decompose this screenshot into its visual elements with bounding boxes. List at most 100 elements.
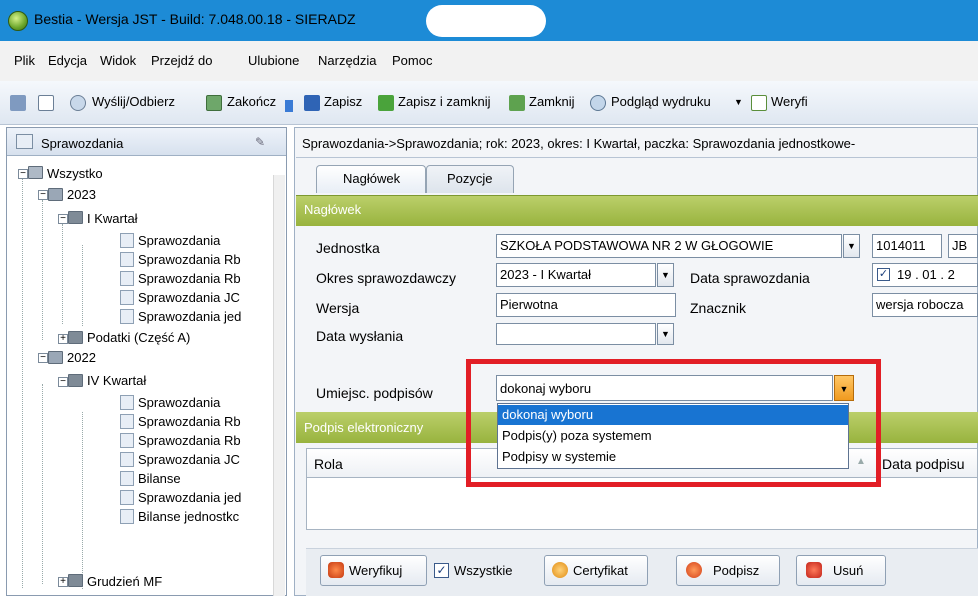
tree-item-taxes[interactable]: Podatki (Część A)	[87, 330, 190, 345]
layout-icon[interactable]	[10, 95, 26, 111]
save-close-button[interactable]: Zapisz i zamknij	[398, 94, 490, 109]
tree-item-report[interactable]: Bilanse	[138, 471, 181, 486]
menu-narzedzia[interactable]: Narzędzia	[318, 53, 377, 68]
chevron-down-icon[interactable]: ▼	[843, 234, 860, 258]
jednostka-code-field[interactable]: 1014011	[872, 234, 942, 258]
label-data-wyslania: Data wysłania	[316, 328, 404, 344]
year-icon	[48, 351, 63, 364]
label-znacznik: Znacznik	[690, 300, 747, 316]
jednostka-type-field[interactable]: JB	[948, 234, 978, 258]
print-preview-button[interactable]: Podgląd wydruku	[611, 94, 711, 109]
save-close-icon	[378, 95, 394, 111]
preview-dropdown-icon[interactable]: ▼	[734, 97, 743, 107]
document-icon	[120, 414, 134, 429]
save-icon	[304, 95, 320, 111]
title-redaction	[426, 5, 546, 37]
all-checkbox-label: Wszystkie	[454, 563, 513, 578]
close-icon	[509, 95, 525, 111]
tree-item-report[interactable]: Sprawozdania Rb	[138, 271, 266, 286]
tree-guide	[22, 176, 23, 588]
tree-collapse-icon[interactable]: −	[58, 214, 68, 224]
tree-expand-icon[interactable]: +	[58, 334, 68, 344]
close-button[interactable]: Zamknij	[529, 94, 575, 109]
chevron-down-icon[interactable]: ▼	[657, 263, 674, 287]
tree-item-report[interactable]: Sprawozdania jed	[138, 490, 266, 505]
jednostka-select[interactable]: SZKOŁA PODSTAWOWA NR 2 W GŁOGOWIE	[496, 234, 842, 258]
tree-expand-icon[interactable]: +	[58, 577, 68, 587]
tree-collapse-icon[interactable]: −	[18, 169, 28, 179]
verify-toolbar-button[interactable]: Weryfi	[771, 94, 808, 109]
all-checkbox[interactable]: ✓	[434, 563, 449, 578]
column-rola[interactable]: Rola	[314, 456, 343, 472]
all-folder-icon	[28, 166, 43, 179]
tree-guide	[82, 412, 83, 589]
document-icon	[120, 452, 134, 467]
tree-item-report[interactable]: Sprawozdania Rb	[138, 252, 266, 267]
month-icon	[68, 574, 83, 587]
document-icon	[120, 309, 134, 324]
sign-icon	[686, 562, 702, 578]
tree-collapse-icon[interactable]: −	[38, 353, 48, 363]
delete-icon	[806, 562, 822, 578]
tree-item-report[interactable]: Sprawozdania	[138, 233, 220, 248]
document-icon	[120, 233, 134, 248]
tree-item-report[interactable]: Sprawozdania Rb	[138, 433, 266, 448]
toolbar-overflow-icon[interactable]	[285, 100, 293, 112]
exit-button[interactable]: Zakończ	[227, 94, 276, 109]
send-receive-button[interactable]: Wyślij/Odbierz	[92, 94, 175, 109]
tree-item-report[interactable]: Sprawozdania JC	[138, 290, 266, 305]
wersja-field[interactable]: Pierwotna	[496, 293, 676, 317]
tree-item-grudzien[interactable]: Grudzień MF	[87, 574, 162, 589]
tree-collapse-icon[interactable]: −	[58, 377, 68, 387]
exit-icon	[206, 95, 222, 111]
tree-item-2023[interactable]: 2023	[67, 187, 96, 202]
label-jednostka: Jednostka	[316, 240, 380, 256]
tree-item-report[interactable]: Bilanse jednostkc	[138, 509, 266, 524]
quarter-icon	[68, 374, 83, 387]
label-wersja: Wersja	[316, 300, 360, 316]
tree-guide	[42, 200, 43, 340]
menu-edycja[interactable]: Edycja	[48, 53, 87, 68]
send-receive-icon	[70, 95, 86, 111]
header-section-bar	[296, 195, 978, 226]
pin-icon[interactable]: ✎	[255, 135, 265, 149]
signature-section-title: Podpis elektroniczny	[304, 420, 424, 435]
document-icon	[120, 395, 134, 410]
panel-icon[interactable]	[38, 95, 54, 111]
app-logo-icon	[8, 11, 28, 31]
znacznik-field[interactable]: wersja robocza	[872, 293, 978, 317]
document-icon	[120, 290, 134, 305]
chevron-down-icon[interactable]: ▼	[657, 323, 674, 345]
tree-item-report[interactable]: Sprawozdania JC	[138, 452, 266, 467]
tree-item-iv-kwartal[interactable]: IV Kwartał	[87, 373, 146, 388]
tree-collapse-icon[interactable]: −	[38, 190, 48, 200]
tree-item-2022[interactable]: 2022	[67, 350, 96, 365]
tree-item-all[interactable]: Wszystko	[47, 166, 103, 181]
label-okres: Okres sprawozdawczy	[316, 270, 457, 286]
tree-item-report[interactable]: Sprawozdania Rb	[138, 414, 266, 429]
okres-select[interactable]: 2023 - I Kwartał	[496, 263, 656, 287]
tree-item-report[interactable]: Sprawozdania	[138, 395, 220, 410]
tree-item-report[interactable]: Sprawozdania jed	[138, 309, 266, 324]
tree-item-i-kwartal[interactable]: I Kwartał	[87, 211, 138, 226]
menu-pomoc[interactable]: Pomoc	[392, 53, 432, 68]
print-preview-icon	[590, 95, 606, 111]
menu-przejdz-do[interactable]: Przejdź do	[151, 53, 212, 68]
year-icon	[48, 188, 63, 201]
certificate-icon	[552, 562, 568, 578]
save-button[interactable]: Zapisz	[324, 94, 362, 109]
breadcrumb: Sprawozdania->Sprawozdania; rok: 2023, o…	[302, 136, 856, 151]
document-icon	[120, 271, 134, 286]
tree-scrollbar[interactable]	[273, 175, 285, 596]
column-data-podpisu[interactable]: Data podpisu	[882, 456, 965, 472]
tree-guide	[62, 224, 63, 324]
data-wyslania-field[interactable]	[496, 323, 656, 345]
date-checkbox[interactable]: ✓	[877, 268, 890, 281]
menu-widok[interactable]: Widok	[100, 53, 136, 68]
document-icon	[120, 252, 134, 267]
menu-plik[interactable]: Plik	[14, 53, 35, 68]
menu-bar	[0, 41, 978, 81]
tree-guide	[82, 245, 83, 326]
quarter-icon	[68, 211, 83, 224]
menu-ulubione[interactable]: Ulubione	[248, 53, 299, 68]
